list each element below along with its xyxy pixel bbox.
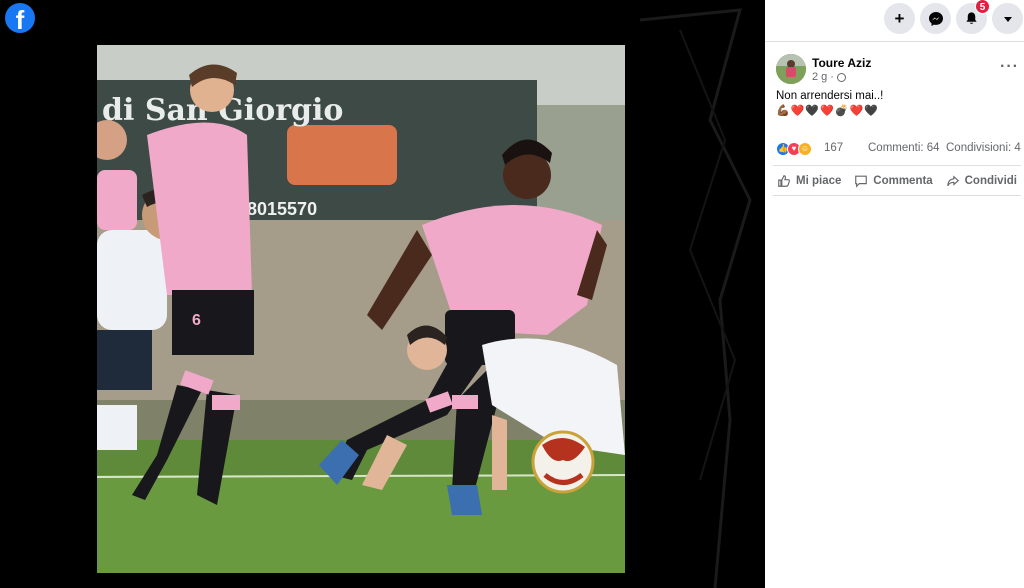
like-button[interactable]: Mi piace — [777, 174, 841, 188]
post-time[interactable]: 2 g — [812, 71, 827, 83]
post-meta: 2 g · — [812, 71, 846, 83]
top-bar: + 5 — [765, 0, 1024, 42]
author-name[interactable]: Toure Aziz — [812, 56, 871, 70]
banner-phone: 8015570 — [247, 199, 317, 219]
notifications-badge: 5 — [975, 0, 990, 14]
post-sidebar: + 5 Toure Aziz 2 g · ··· Non arrendersi … — [765, 0, 1024, 588]
caret-down-icon — [1003, 16, 1012, 22]
more-options-icon[interactable]: ··· — [1000, 58, 1019, 76]
shirt-number: 6 — [192, 312, 201, 329]
post-text: Non arrendersi mai..! — [776, 90, 884, 102]
share-icon — [946, 174, 959, 186]
facebook-logo[interactable]: f — [5, 3, 35, 33]
comment-button[interactable]: Commenta — [854, 174, 933, 188]
facebook-logo-letter: f — [15, 5, 25, 33]
thumbs-up-icon — [778, 174, 790, 187]
reaction-icons[interactable]: 👍 ♥ ☺ — [776, 142, 812, 156]
account-button[interactable] — [992, 3, 1023, 34]
comment-label: Commenta — [873, 174, 933, 187]
post-emojis: 💪🏾❤️🖤❤️💣❤️🖤 — [776, 105, 879, 117]
like-label: Mi piace — [796, 174, 842, 187]
post-header: Toure Aziz 2 g · — [776, 54, 1016, 88]
shares-count[interactable]: Condivisioni: 4 — [946, 142, 1021, 154]
share-label: Condividi — [964, 174, 1017, 187]
create-button[interactable]: + — [884, 3, 915, 34]
share-button[interactable]: Condividi — [946, 174, 1017, 188]
messenger-icon — [928, 11, 943, 26]
post-photo[interactable]: di San Giorgio 8015570 6 — [97, 45, 625, 573]
post-actions: Mi piace Commenta Condividi — [773, 165, 1021, 196]
plus-icon: + — [894, 8, 905, 28]
reactions-bar: 👍 ♥ ☺ 167 Commenti: 64 Condivisioni: 4 — [776, 140, 1021, 158]
reactions-count[interactable]: 167 — [824, 142, 843, 154]
comment-icon — [855, 175, 868, 188]
notifications-button[interactable]: 5 — [956, 0, 990, 34]
care-reaction-icon: ☺ — [798, 142, 812, 156]
photo-viewer: f di San Giorgio 8015570 6 — [0, 0, 765, 588]
bell-icon — [966, 12, 977, 24]
dark-scribble — [639, 8, 752, 588]
globe-icon — [836, 72, 846, 82]
comments-count[interactable]: Commenti: 64 — [868, 142, 940, 154]
messenger-button[interactable] — [920, 3, 951, 34]
avatar[interactable] — [776, 54, 806, 84]
